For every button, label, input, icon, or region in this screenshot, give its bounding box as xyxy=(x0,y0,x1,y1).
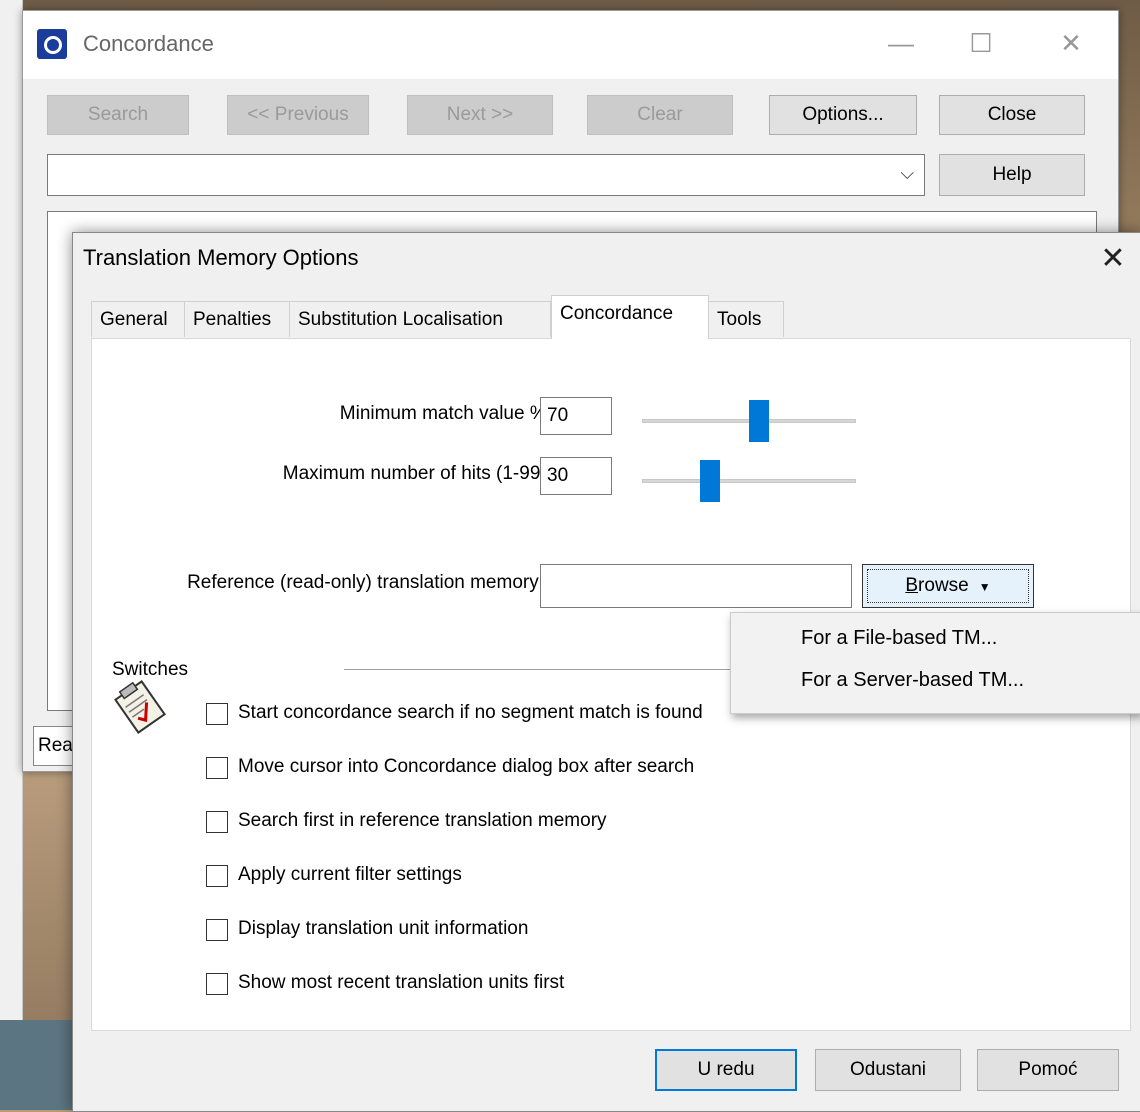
close-icon[interactable]: ✕ xyxy=(1085,237,1140,281)
concordance-app-icon xyxy=(37,29,67,59)
browse-focus-rect: Browse ▼ xyxy=(867,569,1029,603)
options-button[interactable]: Options... xyxy=(769,95,917,135)
tab-substitution-localisation[interactable]: Substitution Localisation xyxy=(289,301,551,337)
checkbox[interactable] xyxy=(206,865,228,887)
browse-dropdown-menu: For a File-based TM... For a Server-base… xyxy=(730,612,1140,714)
previous-button[interactable]: << Previous xyxy=(227,95,369,135)
checkbox[interactable] xyxy=(206,919,228,941)
checkbox[interactable] xyxy=(206,973,228,995)
help-button[interactable]: Help xyxy=(939,154,1085,196)
ok-button[interactable]: U redu xyxy=(655,1049,797,1091)
browse-button[interactable]: Browse ▼ xyxy=(862,564,1034,608)
reference-tm-input[interactable] xyxy=(540,564,852,608)
dropdown-arrow-icon: ▼ xyxy=(978,580,991,594)
tab-tools[interactable]: Tools xyxy=(708,301,784,337)
background-window-edge xyxy=(0,0,23,1020)
max-hits-input[interactable]: 30 xyxy=(540,457,612,495)
min-match-slider-thumb[interactable] xyxy=(748,400,769,442)
switch-label: Move cursor into Concordance dialog box … xyxy=(238,756,695,777)
min-match-label: Minimum match value %: xyxy=(339,403,552,424)
concordance-title: Concordance xyxy=(83,31,214,56)
switch-label: Search first in reference translation me… xyxy=(238,810,607,831)
tab-penalties[interactable]: Penalties xyxy=(184,301,290,337)
concordance-title-bar[interactable]: Concordance — ☐ ✕ xyxy=(23,11,1118,79)
browse-label-accelerator: B xyxy=(905,575,919,596)
min-match-input[interactable]: 70 xyxy=(540,397,612,435)
switches-divider xyxy=(344,669,764,670)
menu-item-file-based-tm[interactable]: For a File-based TM... xyxy=(801,627,997,650)
tab-concordance[interactable]: Concordance xyxy=(551,295,709,339)
background-taskbar-fragment xyxy=(0,1020,80,1110)
minimize-icon[interactable]: — xyxy=(879,23,923,63)
reference-tm-label: Reference (read-only) translation memory… xyxy=(187,572,544,593)
dialog-title: Translation Memory Options xyxy=(83,245,359,270)
checkbox[interactable] xyxy=(206,811,228,833)
clear-button[interactable]: Clear xyxy=(587,95,733,135)
switch-label: Apply current filter settings xyxy=(238,864,462,885)
checkbox[interactable] xyxy=(206,703,228,725)
menu-item-server-based-tm[interactable]: For a Server-based TM... xyxy=(801,669,1024,692)
maximize-icon[interactable]: ☐ xyxy=(959,23,1003,63)
cancel-button[interactable]: Odustani xyxy=(815,1049,961,1091)
checkbox[interactable] xyxy=(206,757,228,779)
clipboard-check-icon xyxy=(114,680,166,734)
close-button[interactable]: Close xyxy=(939,95,1085,135)
help-dialog-button[interactable]: Pomoć xyxy=(977,1049,1119,1091)
close-window-icon[interactable]: ✕ xyxy=(1049,23,1093,63)
switch-label: Show most recent translation units first xyxy=(238,972,565,993)
max-hits-slider-track[interactable] xyxy=(642,479,856,483)
browse-label: Browse xyxy=(905,575,968,596)
chevron-down-icon[interactable]: ⌵ xyxy=(900,163,914,184)
tab-general[interactable]: General xyxy=(91,301,185,337)
switch-label: Display translation unit information xyxy=(238,918,529,939)
max-hits-slider-thumb[interactable] xyxy=(700,460,721,502)
next-button[interactable]: Next >> xyxy=(407,95,553,135)
browse-label-rest: rowse xyxy=(918,575,969,596)
switch-label: Start concordance search if no segment m… xyxy=(238,702,703,723)
search-combo[interactable]: ⌵ xyxy=(47,154,925,196)
search-button[interactable]: Search xyxy=(47,95,189,135)
max-hits-label: Maximum number of hits (1-99): xyxy=(282,463,552,484)
